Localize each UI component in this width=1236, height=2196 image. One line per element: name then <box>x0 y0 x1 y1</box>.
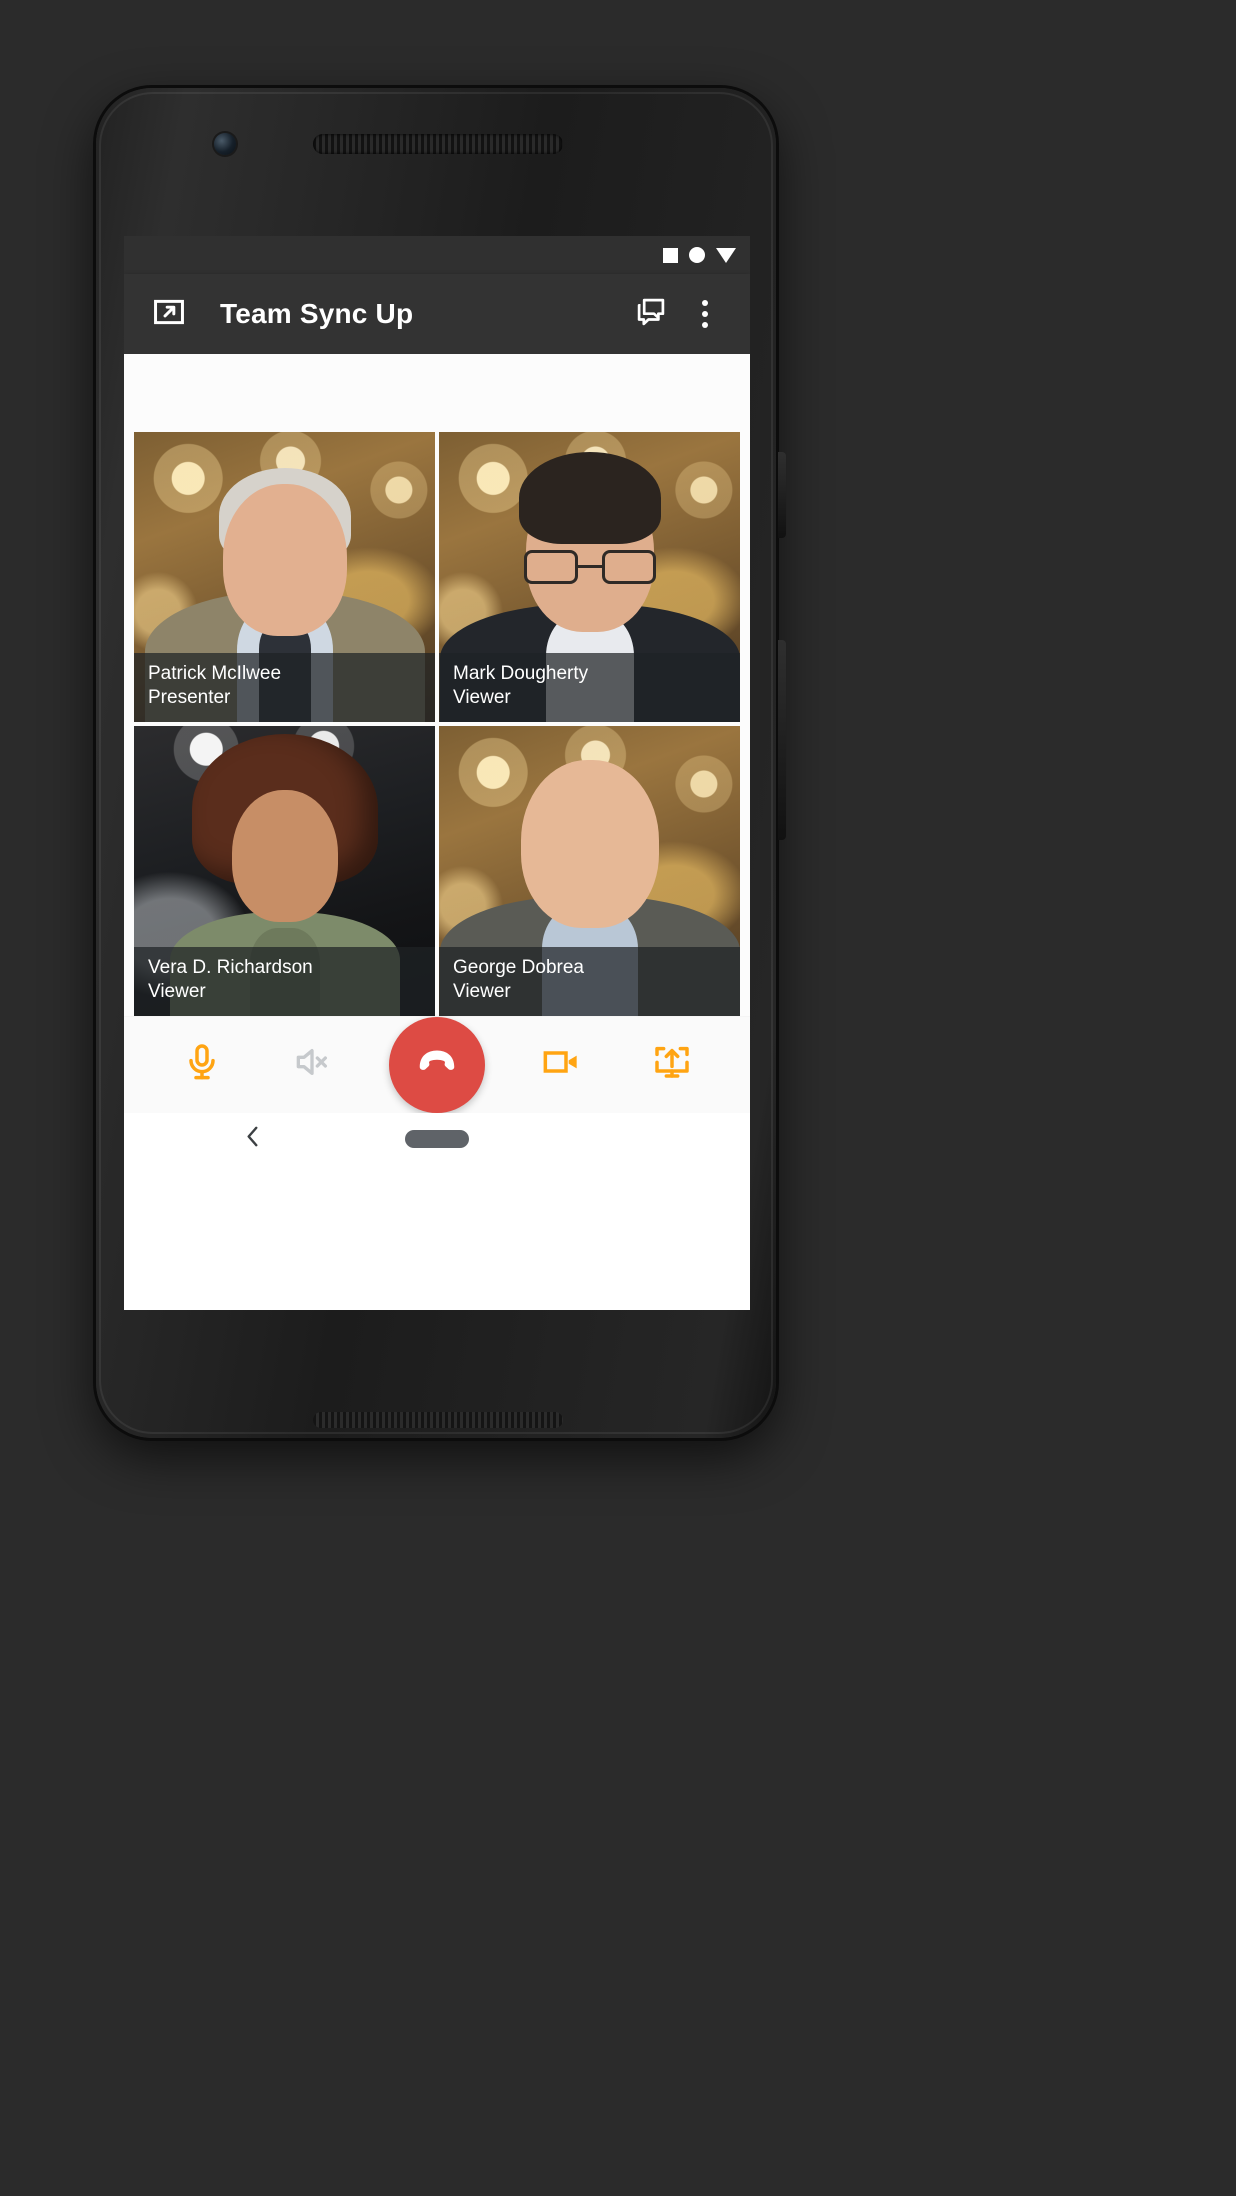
video-camera-icon <box>541 1042 581 1087</box>
participant-role: Viewer <box>453 686 511 708</box>
earpiece-speaker-grill <box>313 134 563 154</box>
participant-role: Presenter <box>148 686 231 708</box>
grid-top-spacer <box>124 354 750 432</box>
volume-button[interactable] <box>778 452 786 538</box>
dropdown-triangle-icon <box>716 247 736 263</box>
participant-caption: Mark Dougherty Viewer <box>439 652 740 722</box>
stop-square-icon <box>663 247 678 263</box>
end-call-icon <box>414 1039 460 1090</box>
participant-grid: Patrick McIlwee Presenter Mark Dougherty… <box>124 431 750 1016</box>
participant-role: Viewer <box>148 980 206 1002</box>
participant-name: Vera D. Richardson <box>148 956 313 978</box>
app-bar: Team Sync Up <box>124 274 750 354</box>
bottom-speaker-grill <box>313 1412 563 1428</box>
record-circle-icon <box>689 247 705 263</box>
call-content: Patrick McIlwee Presenter Mark Dougherty… <box>124 354 750 1166</box>
status-bar <box>124 236 750 274</box>
camera-button[interactable] <box>525 1029 597 1101</box>
participant-name: George Dobrea <box>453 956 584 978</box>
share-screen-button[interactable] <box>636 1029 708 1101</box>
android-nav-bar <box>124 1112 750 1166</box>
participant-name: Mark Dougherty <box>453 662 589 684</box>
nav-home-indicator[interactable] <box>405 1130 469 1149</box>
participant-role: Viewer <box>453 980 511 1002</box>
participant-tile[interactable]: Vera D. Richardson Viewer <box>134 725 435 1016</box>
participant-name: Patrick McIlwee <box>148 662 282 684</box>
microphone-button[interactable] <box>166 1029 238 1101</box>
participant-tile[interactable]: Patrick McIlwee Presenter <box>134 431 435 722</box>
present-to-screen-icon <box>152 295 186 334</box>
speaker-off-icon <box>293 1042 333 1087</box>
chat-bubbles-icon <box>634 295 668 334</box>
power-button[interactable] <box>778 640 786 840</box>
participant-tile[interactable]: Mark Dougherty Viewer <box>439 431 740 722</box>
page-title: Team Sync Up <box>220 298 414 329</box>
overflow-menu-icon <box>702 300 708 328</box>
end-call-button[interactable] <box>388 1016 485 1113</box>
participant-caption: Vera D. Richardson Viewer <box>134 946 435 1016</box>
present-screen-icon <box>652 1042 692 1087</box>
present-to-screen-button[interactable] <box>142 287 196 341</box>
screenshot-stage: Team Sync Up Patrick McIlwee Presenter M… <box>0 0 1236 2196</box>
overflow-menu-button[interactable] <box>678 287 732 341</box>
front-camera-lens <box>214 133 236 155</box>
speaker-button[interactable] <box>277 1029 349 1101</box>
nav-back-button[interactable] <box>240 1124 266 1155</box>
call-controls-bar <box>124 1015 750 1113</box>
participant-caption: Patrick McIlwee Presenter <box>134 652 435 722</box>
participant-caption: George Dobrea Viewer <box>439 946 740 1016</box>
phone-screen: Team Sync Up Patrick McIlwee Presenter M… <box>124 236 750 1310</box>
microphone-icon <box>182 1042 222 1087</box>
chat-button[interactable] <box>624 287 678 341</box>
participant-tile[interactable]: George Dobrea Viewer <box>439 725 740 1016</box>
